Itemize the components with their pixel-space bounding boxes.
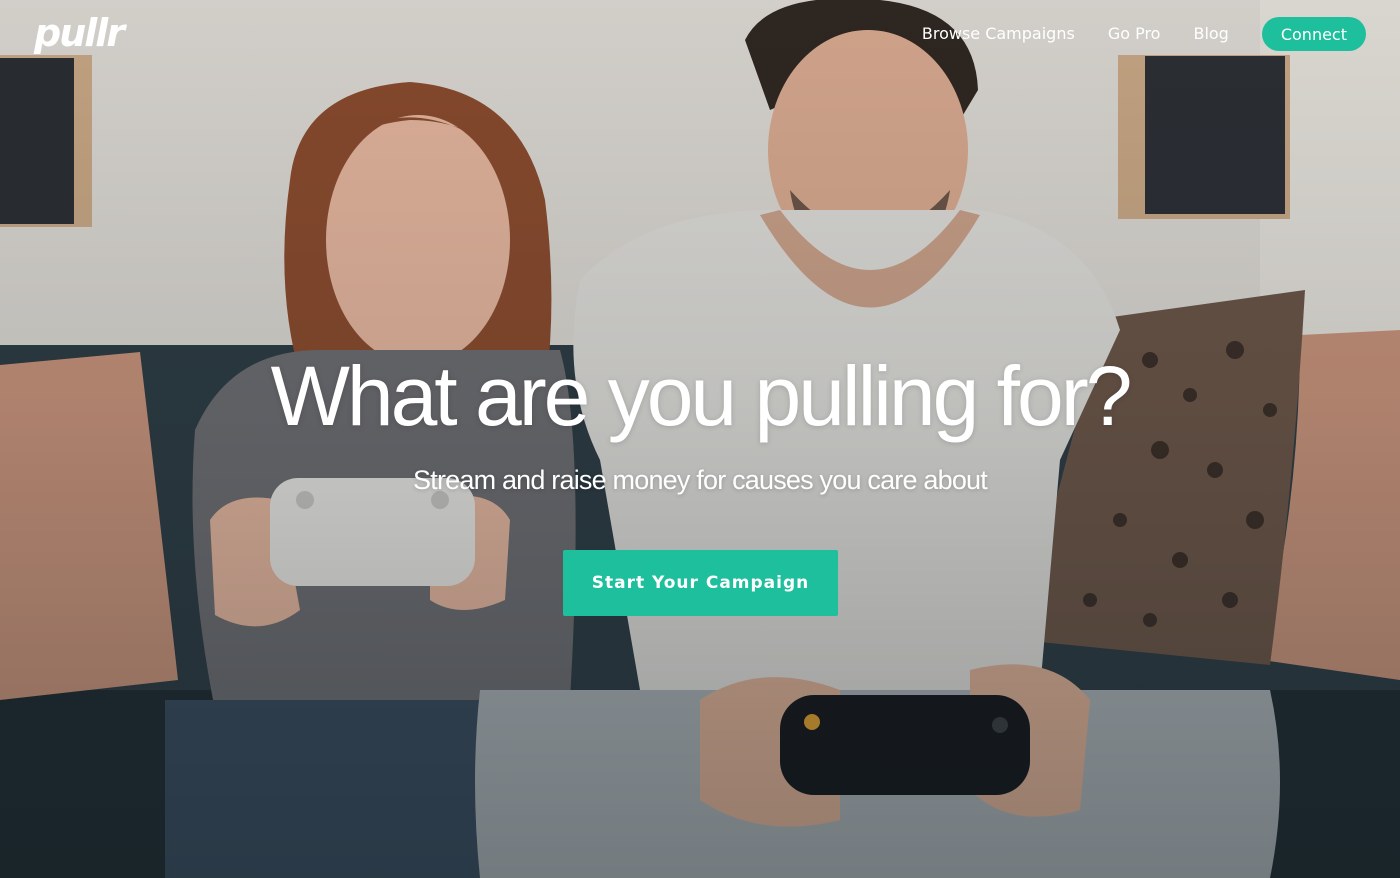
nav-links: Browse Campaigns Go Pro Blog Connect: [889, 17, 1366, 51]
hero-section: pullr Browse Campaigns Go Pro Blog Conne…: [0, 0, 1400, 878]
nav-link-browse-campaigns[interactable]: Browse Campaigns: [922, 17, 1075, 51]
top-navigation: pullr Browse Campaigns Go Pro Blog Conne…: [0, 0, 1400, 70]
nav-link-go-pro[interactable]: Go Pro: [1108, 17, 1161, 51]
hero-subheadline: Stream and raise money for causes you ca…: [413, 465, 988, 495]
start-campaign-button[interactable]: Start Your Campaign: [563, 550, 838, 616]
nav-link-blog[interactable]: Blog: [1193, 17, 1228, 51]
connect-button[interactable]: Connect: [1261, 17, 1366, 51]
pullr-logo[interactable]: pullr: [34, 10, 125, 56]
hero-headline: What are you pulling for?: [270, 349, 1133, 443]
